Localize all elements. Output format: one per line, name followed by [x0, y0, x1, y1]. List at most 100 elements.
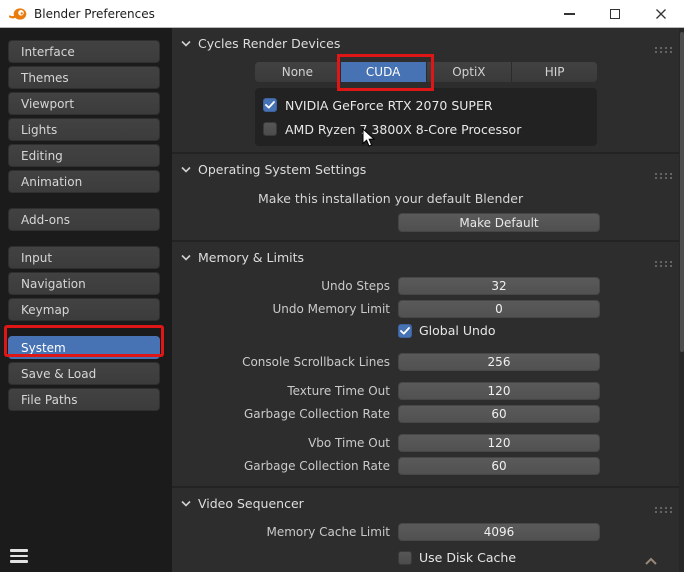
tab-label: None [281, 65, 314, 79]
sidebar-item-file-paths[interactable]: File Paths [8, 388, 160, 411]
scroll-up-indicator-icon[interactable] [644, 551, 658, 570]
garbage-collection-rate-2-field[interactable]: 60 [398, 457, 600, 475]
checkbox-unchecked-icon[interactable] [263, 122, 277, 136]
global-undo-row[interactable]: Global Undo [398, 323, 496, 338]
texture-timeout-label: Texture Time Out [287, 384, 390, 398]
make-default-button[interactable]: Make Default [398, 213, 600, 232]
chevron-down-icon [181, 166, 191, 173]
sidebar-group-divider [0, 196, 172, 208]
blender-preferences-window: Blender Preferences Interface Themes Vie… [0, 0, 684, 572]
use-disk-cache-label: Use Disk Cache [419, 550, 517, 565]
sidebar-item-themes[interactable]: Themes [8, 66, 160, 89]
minimize-button[interactable] [546, 0, 592, 28]
maximize-button[interactable] [592, 0, 638, 28]
sidebar-item-label: Lights [21, 122, 58, 137]
global-undo-label: Global Undo [419, 323, 496, 338]
section-cycles-render-devices: Cycles Render Devices None CUDA OptiX HI… [172, 28, 684, 154]
grip-icon[interactable] [654, 499, 673, 518]
device-row-amd[interactable]: AMD Ryzen 7 3800X 8-Core Processor [263, 117, 589, 141]
section-operating-system-settings: Operating System Settings Make this inst… [172, 154, 684, 242]
console-scrollback-field[interactable]: 256 [398, 353, 600, 371]
undo-memory-limit-label: Undo Memory Limit [272, 302, 390, 316]
sidebar-item-label: Viewport [21, 96, 75, 111]
button-label: Make Default [459, 215, 539, 230]
section-video-sequencer: Video Sequencer Memory Cache Limit 4096 … [172, 488, 684, 572]
tab-label: HIP [544, 65, 565, 79]
window-title: Blender Preferences [34, 6, 155, 21]
close-icon [656, 9, 666, 19]
checkbox-checked-icon[interactable] [398, 323, 412, 338]
tab-label: CUDA [365, 65, 401, 79]
sidebar-item-navigation[interactable]: Navigation [8, 272, 160, 295]
sidebar-item-editing[interactable]: Editing [8, 144, 160, 167]
chevron-down-icon [181, 500, 191, 507]
field-value: 0 [495, 302, 503, 316]
sidebar-item-addons[interactable]: Add-ons [8, 208, 160, 231]
texture-timeout-field[interactable]: 120 [398, 382, 600, 400]
grip-icon[interactable] [654, 39, 673, 58]
memory-cache-limit-field[interactable]: 4096 [398, 523, 600, 541]
checkbox-unchecked-icon[interactable] [398, 550, 412, 565]
grip-icon[interactable] [654, 165, 673, 184]
grip-icon[interactable] [654, 253, 673, 272]
use-disk-cache-row[interactable]: Use Disk Cache [398, 550, 516, 565]
vbo-timeout-label: Vbo Time Out [308, 436, 390, 450]
chevron-down-icon [181, 254, 191, 261]
garbage-collection-rate-2-label: Garbage Collection Rate [243, 459, 390, 473]
sidebar-item-save-load[interactable]: Save & Load [8, 362, 160, 385]
field-value: 120 [487, 436, 511, 450]
checkbox-checked-icon[interactable] [263, 98, 277, 112]
section-header[interactable]: Operating System Settings [181, 162, 366, 177]
tab-none[interactable]: None [255, 62, 341, 82]
section-title: Operating System Settings [198, 162, 367, 177]
chevron-down-icon [181, 40, 191, 47]
preferences-content: Cycles Render Devices None CUDA OptiX HI… [172, 28, 684, 572]
sidebar-item-label: Add-ons [21, 212, 70, 227]
sidebar-group-divider [0, 234, 172, 246]
console-scrollback-label: Console Scrollback Lines [242, 355, 390, 369]
field-value: 60 [491, 459, 507, 473]
tab-hip[interactable]: HIP [512, 62, 597, 82]
tab-cuda[interactable]: CUDA [340, 62, 427, 82]
sidebar-item-keymap[interactable]: Keymap [8, 298, 160, 321]
vbo-timeout-field[interactable]: 120 [398, 434, 600, 452]
menu-icon[interactable] [10, 549, 28, 563]
sidebar-item-label: Editing [21, 148, 63, 163]
close-button[interactable] [638, 0, 684, 28]
device-label: AMD Ryzen 7 3800X 8-Core Processor [285, 121, 522, 137]
undo-memory-limit-field[interactable]: 0 [398, 300, 600, 318]
sidebar-item-label: Input [21, 250, 53, 265]
garbage-collection-rate-label: Garbage Collection Rate [243, 407, 390, 421]
field-value: 4096 [483, 525, 515, 539]
section-memory-limits: Memory & Limits Undo Steps 32 Undo Memor… [172, 242, 684, 488]
render-device-tabs: None CUDA OptiX HIP [255, 62, 597, 82]
minimize-icon [563, 13, 575, 15]
blender-logo-icon [9, 6, 27, 22]
default-blender-description: Make this installation your default Blen… [258, 191, 524, 206]
scrollbar-thumb[interactable] [679, 32, 684, 352]
section-header[interactable]: Cycles Render Devices [181, 36, 340, 51]
device-row-nvidia[interactable]: NVIDIA GeForce RTX 2070 SUPER [263, 93, 589, 117]
sidebar-item-label: Navigation [21, 276, 86, 291]
maximize-icon [610, 9, 620, 19]
section-header[interactable]: Video Sequencer [181, 496, 304, 511]
section-title: Video Sequencer [198, 496, 304, 511]
sidebar-item-label: Themes [21, 70, 69, 85]
field-value: 256 [487, 355, 511, 369]
field-value: 120 [487, 384, 511, 398]
section-header[interactable]: Memory & Limits [181, 250, 304, 265]
scrollbar[interactable] [679, 28, 684, 572]
sidebar-item-system[interactable]: System [8, 336, 160, 359]
undo-steps-field[interactable]: 32 [398, 277, 600, 295]
sidebar-item-input[interactable]: Input [8, 246, 160, 269]
sidebar-item-viewport[interactable]: Viewport [8, 92, 160, 115]
sidebar-item-interface[interactable]: Interface [8, 40, 160, 63]
sidebar-item-lights[interactable]: Lights [8, 118, 160, 141]
tab-optix[interactable]: OptiX [426, 62, 513, 82]
device-label: NVIDIA GeForce RTX 2070 SUPER [285, 97, 493, 113]
garbage-collection-rate-field[interactable]: 60 [398, 405, 600, 423]
device-list: NVIDIA GeForce RTX 2070 SUPER AMD Ryzen … [255, 88, 597, 146]
sidebar-item-animation[interactable]: Animation [8, 170, 160, 193]
sidebar-item-label: System [21, 340, 66, 355]
sidebar-item-label: Animation [21, 174, 83, 189]
